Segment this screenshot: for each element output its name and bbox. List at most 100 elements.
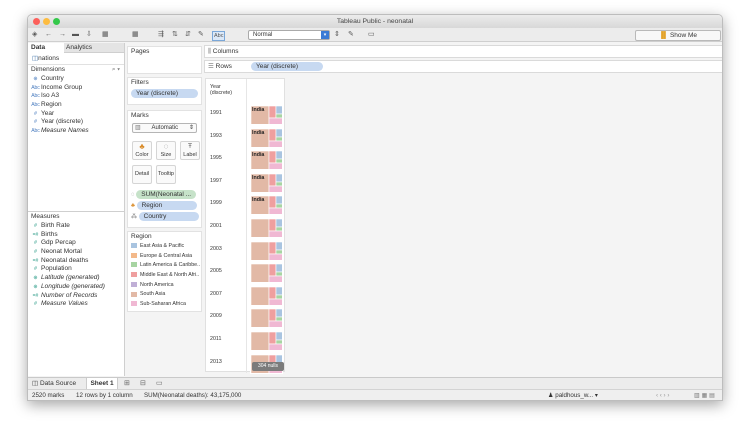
- filters-card[interactable]: Filters Year (discrete): [127, 77, 202, 105]
- treemap-rect: [275, 332, 282, 341]
- fix-axes-icon[interactable]: ⇕: [334, 31, 340, 39]
- treemap-cell[interactable]: India: [250, 172, 283, 193]
- legend-item[interactable]: North America: [128, 281, 201, 291]
- measures-field[interactable]: # Measure Values: [28, 300, 124, 309]
- label-icon: Ŧ: [187, 143, 193, 150]
- show-me-button[interactable]: ▐▌ Show Me: [635, 30, 721, 41]
- treemap-cell[interactable]: [250, 240, 283, 261]
- treemap-graphic: [251, 241, 282, 260]
- treemap-cell[interactable]: India: [250, 150, 283, 171]
- sum-readout: SUM(Neonatal deaths): 43,175,000: [144, 392, 242, 399]
- measures-field[interactable]: # Birth Rate: [28, 222, 124, 231]
- legend-item[interactable]: Europe & Central Asia: [128, 252, 201, 262]
- save-icon[interactable]: ▬: [72, 31, 79, 39]
- treemap-rect: [268, 128, 277, 141]
- data-pane: Data Analytics ◫nations Dimensions ⌕ ▾ ⊕ C…: [28, 43, 125, 376]
- measures-field[interactable]: =# Neonatal deaths: [28, 257, 124, 266]
- color-button[interactable]: ♣ Color: [132, 141, 152, 160]
- treemap-rect: [268, 196, 277, 209]
- dimensions-field[interactable]: AbcMeasure Names: [28, 127, 124, 136]
- treemap-graphic: [251, 264, 282, 283]
- close-window-button[interactable]: [33, 18, 40, 25]
- back-arrow-icon[interactable]: ←: [45, 31, 52, 39]
- minimize-window-button[interactable]: [43, 18, 50, 25]
- title-bar: Tableau Public - neonatal: [28, 15, 722, 28]
- treemap-rect: [268, 264, 277, 277]
- measures-field[interactable]: # Neonat Mortal: [28, 248, 124, 257]
- field-label: Year (discrete): [41, 118, 84, 126]
- field-label: Measure Values: [41, 300, 88, 308]
- measures-field[interactable]: # Population: [28, 265, 124, 274]
- label-button[interactable]: Ŧ Label: [180, 141, 200, 160]
- treemap-cell[interactable]: India: [250, 195, 283, 216]
- size-pill[interactable]: SUM(Neonatal ...: [136, 190, 197, 199]
- new-worksheet-icon[interactable]: ⊞: [124, 379, 130, 387]
- dimensions-field[interactable]: # Year (discrete): [28, 118, 124, 127]
- presentation-icon[interactable]: ▭: [368, 31, 375, 39]
- filter-pill[interactable]: Year (discrete): [131, 89, 198, 98]
- dimensions-field[interactable]: AbcIso A3: [28, 92, 124, 101]
- rows-pill[interactable]: Year (discrete): [251, 62, 323, 71]
- measures-field[interactable]: ⊕ Latitude (generated): [28, 274, 124, 283]
- datasource-item[interactable]: ◫nations: [28, 53, 124, 65]
- legend-item[interactable]: Sub-Saharan Africa: [128, 300, 201, 310]
- detail-pill[interactable]: Country: [138, 212, 199, 221]
- treemap-cell[interactable]: India: [250, 127, 283, 148]
- dimensions-field[interactable]: AbcIncome Group: [28, 84, 124, 93]
- new-dashboard-icon[interactable]: ⊟: [140, 379, 146, 387]
- nulls-indicator[interactable]: 304 nulls: [252, 362, 284, 371]
- dimensions-field[interactable]: AbcRegion: [28, 101, 124, 110]
- measures-field[interactable]: =# Number of Records: [28, 292, 124, 301]
- measures-field[interactable]: ⊕ Longitude (generated): [28, 283, 124, 292]
- view-mode-icons[interactable]: ▥ ▦ ▤: [694, 390, 715, 400]
- treemap-cell[interactable]: [250, 331, 283, 351]
- size-button[interactable]: ◌ Size: [156, 141, 176, 160]
- forward-arrow-icon[interactable]: →: [59, 31, 66, 39]
- legend-item[interactable]: Middle East & North Afri..: [128, 271, 201, 281]
- zoom-window-button[interactable]: [53, 18, 60, 25]
- tab-analytics[interactable]: Analytics: [66, 43, 92, 53]
- marks-pills: ◌ SUM(Neonatal ... ♣ Region ⁂ Country: [131, 190, 201, 221]
- treemap-cell[interactable]: [250, 308, 283, 329]
- sort-ascending-icon[interactable]: ⇅: [172, 31, 178, 39]
- mark-type-dropdown[interactable]: ▥ Automatic ⇕: [132, 123, 197, 133]
- treemap-rect: [268, 253, 282, 260]
- fit-dropdown[interactable]: Normal ▾: [248, 30, 330, 40]
- measures-field[interactable]: =# Births: [28, 231, 124, 240]
- pages-card[interactable]: Pages: [127, 46, 202, 74]
- pen-icon[interactable]: ✎: [348, 31, 354, 39]
- treemap-cell[interactable]: [250, 218, 283, 238]
- treemap-cell[interactable]: [250, 263, 283, 284]
- new-worksheet-icon[interactable]: ▦: [102, 31, 109, 39]
- legend-item[interactable]: South Asia: [128, 290, 201, 300]
- color-pill[interactable]: Region: [136, 201, 197, 210]
- year-label: 1997: [210, 177, 222, 184]
- legend-item[interactable]: Latin America & Caribbe..: [128, 261, 201, 271]
- search-icon[interactable]: ⌕ ▾: [112, 65, 120, 75]
- measures-field[interactable]: # Gdp Percap: [28, 239, 124, 248]
- show-labels-icon[interactable]: Abc: [212, 31, 226, 41]
- tableau-logo-icon[interactable]: ◈: [32, 31, 37, 39]
- field-label: Population: [41, 265, 72, 273]
- new-story-icon[interactable]: ▭: [156, 379, 163, 387]
- dimensions-field[interactable]: ⊕ Country: [28, 75, 124, 84]
- duplicate-sheet-icon[interactable]: ▦: [132, 31, 139, 39]
- treemap-rect: [251, 219, 270, 237]
- dimensions-field[interactable]: # Year: [28, 110, 124, 119]
- legend-label: South Asia: [140, 291, 166, 298]
- page-nav-icons[interactable]: ‹ ‹ › ›: [656, 390, 669, 400]
- tooltip-button[interactable]: Tooltip: [156, 165, 176, 184]
- year-label: 1995: [210, 155, 222, 162]
- detail-button[interactable]: Detail: [132, 165, 152, 184]
- tab-data[interactable]: Data: [28, 43, 64, 53]
- rows-shelf[interactable]: ☰ Rows Year (discrete): [204, 60, 722, 73]
- add-datasource-icon[interactable]: ⇩: [86, 31, 92, 39]
- user-menu[interactable]: ♟ paldhous_w... ▾: [548, 390, 598, 400]
- sort-descending-icon[interactable]: ⇵: [185, 31, 191, 39]
- treemap-cell[interactable]: [250, 285, 283, 306]
- columns-shelf[interactable]: ⫼ Columns: [204, 45, 722, 58]
- swap-rows-columns-icon[interactable]: ⇶: [158, 31, 164, 39]
- treemap-cell[interactable]: India: [250, 105, 283, 125]
- highlight-icon[interactable]: ✎: [198, 31, 204, 39]
- legend-item[interactable]: East Asia & Pacific: [128, 242, 201, 252]
